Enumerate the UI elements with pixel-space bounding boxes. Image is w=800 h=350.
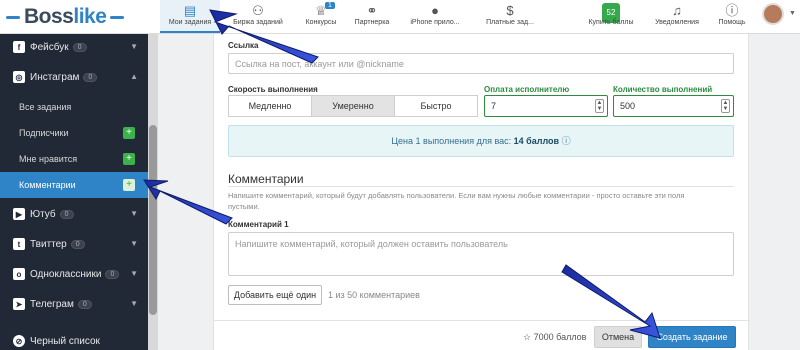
bell-icon: ♫ [672,3,682,18]
twitter-icon: t [13,238,25,250]
nav-iphone-app[interactable]: ● iPhone прило... [400,0,470,33]
odnoklassniki-count: 0 [105,269,120,279]
instagram-icon: ◎ [13,71,25,83]
telegram-count: 0 [77,299,92,309]
facebook-count: 0 [72,42,87,52]
comment-counter: 1 из 50 комментариев [328,290,420,300]
pay-input[interactable]: 7 ▲ ▼ [484,95,608,117]
nav-paid-tasks[interactable]: $ Платные зад... [474,0,546,33]
nav-help[interactable]: ⓘ Помощь [710,0,754,33]
logo-dash-right [110,15,125,19]
balance-display: ☆ 7000 баллов [523,332,587,342]
stepper-icon[interactable]: ▲ ▼ [721,99,730,113]
comments-help-text: Напишите комментарий, который будут доба… [228,191,685,211]
info-icon[interactable]: ⓘ [562,136,571,146]
plus-icon[interactable]: + [123,127,135,139]
users-icon: ⚇ [252,3,264,18]
nav-contests[interactable]: ♕ 1 Конкурсы [297,0,345,33]
chevron-down-icon: ▼ [130,239,138,248]
create-task-button[interactable]: Создать задание [648,326,736,348]
sidebar-item-telegram[interactable]: ➤ Телеграм 0 ▼ [0,291,148,317]
cart-icon: 52 [578,0,644,23]
nav-notifications[interactable]: ♫ Уведомления [648,0,706,33]
price-value: 14 баллов [513,136,560,146]
logo-text: Bosslike [24,5,107,28]
link-input[interactable]: Ссылка на пост, аккаунт или @nickname [228,53,734,74]
odnoklassniki-icon: o [13,268,25,280]
logo[interactable]: Bosslike [6,3,146,31]
instagram-count: 0 [83,72,98,82]
sidebar-item-facebook[interactable]: f Фейсбук 0 ▼ [0,34,148,60]
count-label: Количество выполнений [613,85,713,94]
handshake-icon: ⚭ [366,3,378,18]
task-form-panel: Ссылка Ссылка на пост, аккаунт или @nick… [213,34,750,350]
twitter-count: 0 [70,239,85,249]
youtube-count: 0 [59,209,74,219]
contests-badge: 1 [325,2,335,9]
speed-slow-button[interactable]: Медленно [228,95,312,117]
speed-fast-button[interactable]: Быстро [394,95,478,117]
sidebar-item-instagram[interactable]: ◎ Инстаграм 0 ▲ [0,64,148,90]
sidebar-sub-likes[interactable]: Мне нравится + [0,146,148,172]
sidebar-sub-followers[interactable]: Подписчики + [0,120,148,146]
add-comment-button[interactable]: Добавить ещё один [228,285,322,305]
speed-label: Скорость выполнения [228,85,318,94]
footer-divider [214,320,750,321]
sidebar-scrollbar-thumb[interactable] [149,125,157,315]
sidebar-item-twitter[interactable]: t Твиттер 0 ▼ [0,231,148,257]
star-icon: ☆ [523,332,532,342]
stepper-icon[interactable]: ▲ ▼ [595,99,604,113]
facebook-icon: f [13,41,25,53]
sidebar-item-odnoklassniki[interactable]: o Одноклассники 0 ▼ [0,261,148,287]
chevron-down-icon: ▼ [130,299,138,308]
sidebar: f Фейсбук 0 ▼ ◎ Инстаграм 0 ▲ Все задани… [0,34,148,350]
comment1-label: Комментарий 1 [228,220,289,229]
top-navbar: Bosslike ▤ Мои задания ⚇ Биржа заданий ♕… [0,0,800,34]
nav-buy-points[interactable]: 52 Купить баллы [578,0,644,33]
telegram-icon: ➤ [13,298,25,310]
sidebar-item-youtube[interactable]: ▶ Ютуб 0 ▼ [0,201,148,227]
chevron-up-icon: ▲ [130,72,138,81]
nav-my-tasks[interactable]: ▤ Мои задания [160,0,220,33]
chevron-down-icon: ▼ [130,269,138,278]
sidebar-sub-all-tasks[interactable]: Все задания [0,94,148,120]
youtube-icon: ▶ [13,208,25,220]
block-icon: ⊘ [13,335,25,347]
chevron-down-icon: ▼ [130,42,138,51]
clipboard-icon: ▤ [183,3,197,18]
plus-icon[interactable]: + [123,153,135,165]
plus-icon[interactable]: + [123,179,135,191]
comments-divider [228,186,734,187]
cancel-button[interactable]: Отмена [594,326,642,348]
question-icon: ⓘ [725,3,739,18]
chevron-down-icon: ▼ [130,209,138,218]
avatar[interactable] [762,3,784,25]
link-label: Ссылка [228,41,259,50]
nav-task-exchange[interactable]: ⚇ Биржа заданий [222,0,294,33]
comment1-textarea[interactable]: Напишите комментарий, который должен ост… [228,232,734,276]
sidebar-item-blacklist[interactable]: ⊘ Черный список [0,328,148,350]
money-icon: $ [506,3,514,18]
speed-moderate-button[interactable]: Умеренно [311,95,395,117]
apple-icon: ● [431,3,439,18]
comments-section-title: Комментарии [228,172,304,186]
count-input[interactable]: 500 ▲ ▼ [613,95,734,117]
trophy-icon: ♕ [315,3,327,18]
logo-dash-left [6,15,20,19]
pay-label: Оплата исполнителю [484,85,570,94]
chevron-down-icon[interactable]: ▼ [789,10,796,17]
price-info-box: Цена 1 выполнения для вас: 14 баллов ⓘ [228,125,734,157]
nav-partners[interactable]: ⚭ Партнерка [348,0,396,33]
sidebar-sub-comments[interactable]: Комментарии + [0,172,148,198]
